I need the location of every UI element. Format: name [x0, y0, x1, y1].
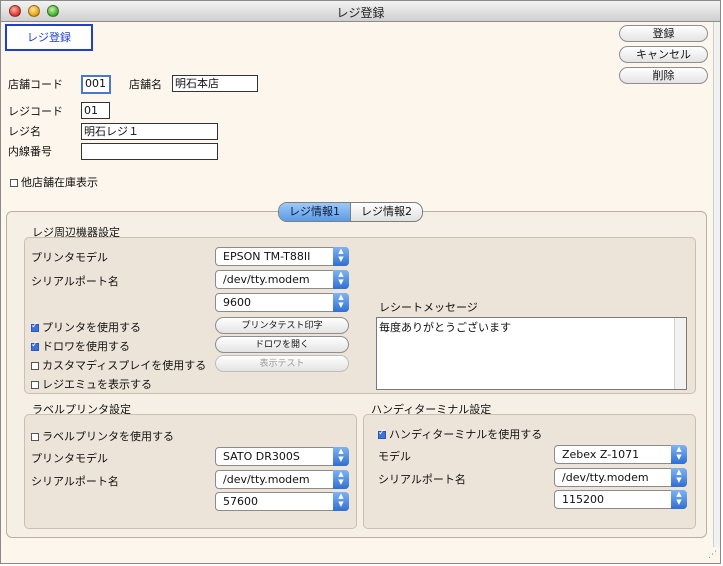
- tab-register-info-1[interactable]: レジ情報1: [279, 203, 351, 221]
- label-printer-model-label: プリンタモデル: [31, 452, 108, 465]
- register-code-field[interactable]: 01: [81, 102, 110, 119]
- updown-arrows-icon: ▲ ▼: [333, 470, 349, 489]
- updown-arrows-icon: ▲ ▼: [333, 293, 349, 312]
- label-printer-model-value: SATO DR300S: [223, 450, 300, 463]
- tab-register-info-2[interactable]: レジ情報2: [351, 203, 422, 221]
- register-code-label: レジコード: [8, 105, 63, 118]
- handy-terminal-baud-value: 115200: [562, 493, 604, 506]
- baud-rate-select[interactable]: 9600 ▲ ▼: [215, 293, 349, 312]
- updown-arrows-icon: ▲ ▼: [671, 490, 687, 509]
- printer-test-button[interactable]: プリンタテスト印字: [215, 317, 349, 334]
- use-customer-display-label: カスタマディスプレイを使用する: [42, 359, 207, 372]
- window-title: レジ登録: [336, 6, 385, 20]
- receipt-message-scrollbar[interactable]: [674, 318, 686, 389]
- use-printer-checkbox-box[interactable]: [31, 321, 39, 332]
- use-label-printer-checkbox-box[interactable]: [31, 433, 39, 441]
- receipt-message-textarea[interactable]: 毎度ありがとうございます: [376, 317, 687, 390]
- other-store-stock-checkbox[interactable]: 他店舗在庫表示: [10, 174, 98, 190]
- use-drawer-checkbox[interactable]: ドロワを使用する: [31, 338, 130, 354]
- receipt-message-label: レシートメッセージ: [379, 301, 478, 314]
- printer-model-select[interactable]: EPSON TM-T88II ▲ ▼: [215, 247, 349, 266]
- title-bar: レジ登録: [1, 1, 720, 22]
- printer-model-value: EPSON TM-T88II: [223, 250, 311, 263]
- use-customer-display-checkbox-box[interactable]: [31, 362, 39, 370]
- tab-bar: レジ情報1 レジ情報2: [278, 202, 423, 222]
- serial-port-label: シリアルポート名: [31, 275, 119, 288]
- show-emulator-label: レジエミュを表示する: [42, 378, 152, 391]
- printer-model-label: プリンタモデル: [31, 251, 108, 264]
- extension-number-label: 内線番号: [8, 145, 52, 158]
- updown-arrows-icon: ▲ ▼: [671, 445, 687, 464]
- use-handy-terminal-checkbox-box[interactable]: [378, 428, 386, 439]
- store-code-label: 店舗コード: [8, 78, 63, 91]
- handy-terminal-baud-select[interactable]: 115200 ▲ ▼: [554, 490, 687, 509]
- display-test-button[interactable]: 表示テスト: [215, 355, 349, 372]
- resize-grip-icon[interactable]: ⋰: [708, 550, 717, 560]
- updown-arrows-icon: ▲ ▼: [671, 468, 687, 487]
- store-name-label: 店舗名: [129, 78, 162, 91]
- receipt-message-text: 毎度ありがとうございます: [379, 321, 511, 334]
- register-name-label: レジ名: [8, 125, 41, 138]
- use-drawer-checkbox-box[interactable]: [31, 340, 39, 351]
- register-name-field[interactable]: 明石レジ１: [81, 123, 218, 140]
- page-title-badge: レジ登録: [5, 24, 93, 51]
- open-drawer-button[interactable]: ドロワを開く: [215, 336, 349, 353]
- other-store-stock-label: 他店舗在庫表示: [21, 176, 98, 189]
- handy-terminal-port-label: シリアルポート名: [378, 473, 466, 486]
- store-code-field[interactable]: 001: [81, 75, 111, 94]
- use-handy-terminal-checkbox[interactable]: ハンディターミナルを使用する: [378, 426, 542, 442]
- label-printer-baud-value: 57600: [223, 495, 258, 508]
- updown-arrows-icon: ▲ ▼: [333, 247, 349, 266]
- register-button[interactable]: 登録: [619, 25, 708, 42]
- show-emulator-checkbox[interactable]: レジエミュを表示する: [31, 376, 152, 392]
- label-printer-port-label: シリアルポート名: [31, 475, 119, 488]
- cancel-button[interactable]: キャンセル: [619, 46, 708, 63]
- use-drawer-label: ドロワを使用する: [42, 340, 130, 353]
- updown-arrows-icon: ▲ ▼: [333, 492, 349, 511]
- serial-port-select[interactable]: /dev/tty.modem ▲ ▼: [215, 270, 349, 289]
- use-label-printer-label: ラベルプリンタを使用する: [42, 430, 174, 443]
- handy-terminal-model-label: モデル: [378, 450, 411, 463]
- window-scroll-edge[interactable]: [713, 22, 720, 547]
- store-name-field[interactable]: 明石本店: [172, 75, 258, 92]
- use-handy-terminal-label: ハンディターミナルを使用する: [389, 428, 543, 441]
- updown-arrows-icon: ▲ ▼: [333, 270, 349, 289]
- other-store-stock-checkbox-box[interactable]: [10, 179, 18, 187]
- register-window: レジ登録 レジ登録 登録 キャンセル 削除 店舗コード 001 店舗名 明石本店…: [0, 0, 721, 564]
- use-printer-checkbox[interactable]: プリンタを使用する: [31, 319, 141, 335]
- use-label-printer-checkbox[interactable]: ラベルプリンタを使用する: [31, 428, 174, 444]
- handy-terminal-port-value: /dev/tty.modem: [562, 471, 649, 484]
- label-printer-port-select[interactable]: /dev/tty.modem ▲ ▼: [215, 470, 349, 489]
- serial-port-value: /dev/tty.modem: [223, 273, 310, 286]
- label-printer-model-select[interactable]: SATO DR300S ▲ ▼: [215, 447, 349, 466]
- updown-arrows-icon: ▲ ▼: [333, 447, 349, 466]
- show-emulator-checkbox-box[interactable]: [31, 381, 39, 389]
- delete-button[interactable]: 削除: [619, 67, 708, 84]
- label-printer-baud-select[interactable]: 57600 ▲ ▼: [215, 492, 349, 511]
- extension-number-field[interactable]: [81, 143, 218, 160]
- handy-terminal-port-select[interactable]: /dev/tty.modem ▲ ▼: [554, 468, 687, 487]
- use-printer-label: プリンタを使用する: [42, 321, 141, 334]
- baud-rate-value: 9600: [223, 296, 251, 309]
- label-printer-port-value: /dev/tty.modem: [223, 473, 310, 486]
- handy-terminal-model-value: Zebex Z-1071: [562, 448, 640, 461]
- use-customer-display-checkbox[interactable]: カスタマディスプレイを使用する: [31, 357, 206, 373]
- handy-terminal-model-select[interactable]: Zebex Z-1071 ▲ ▼: [554, 445, 687, 464]
